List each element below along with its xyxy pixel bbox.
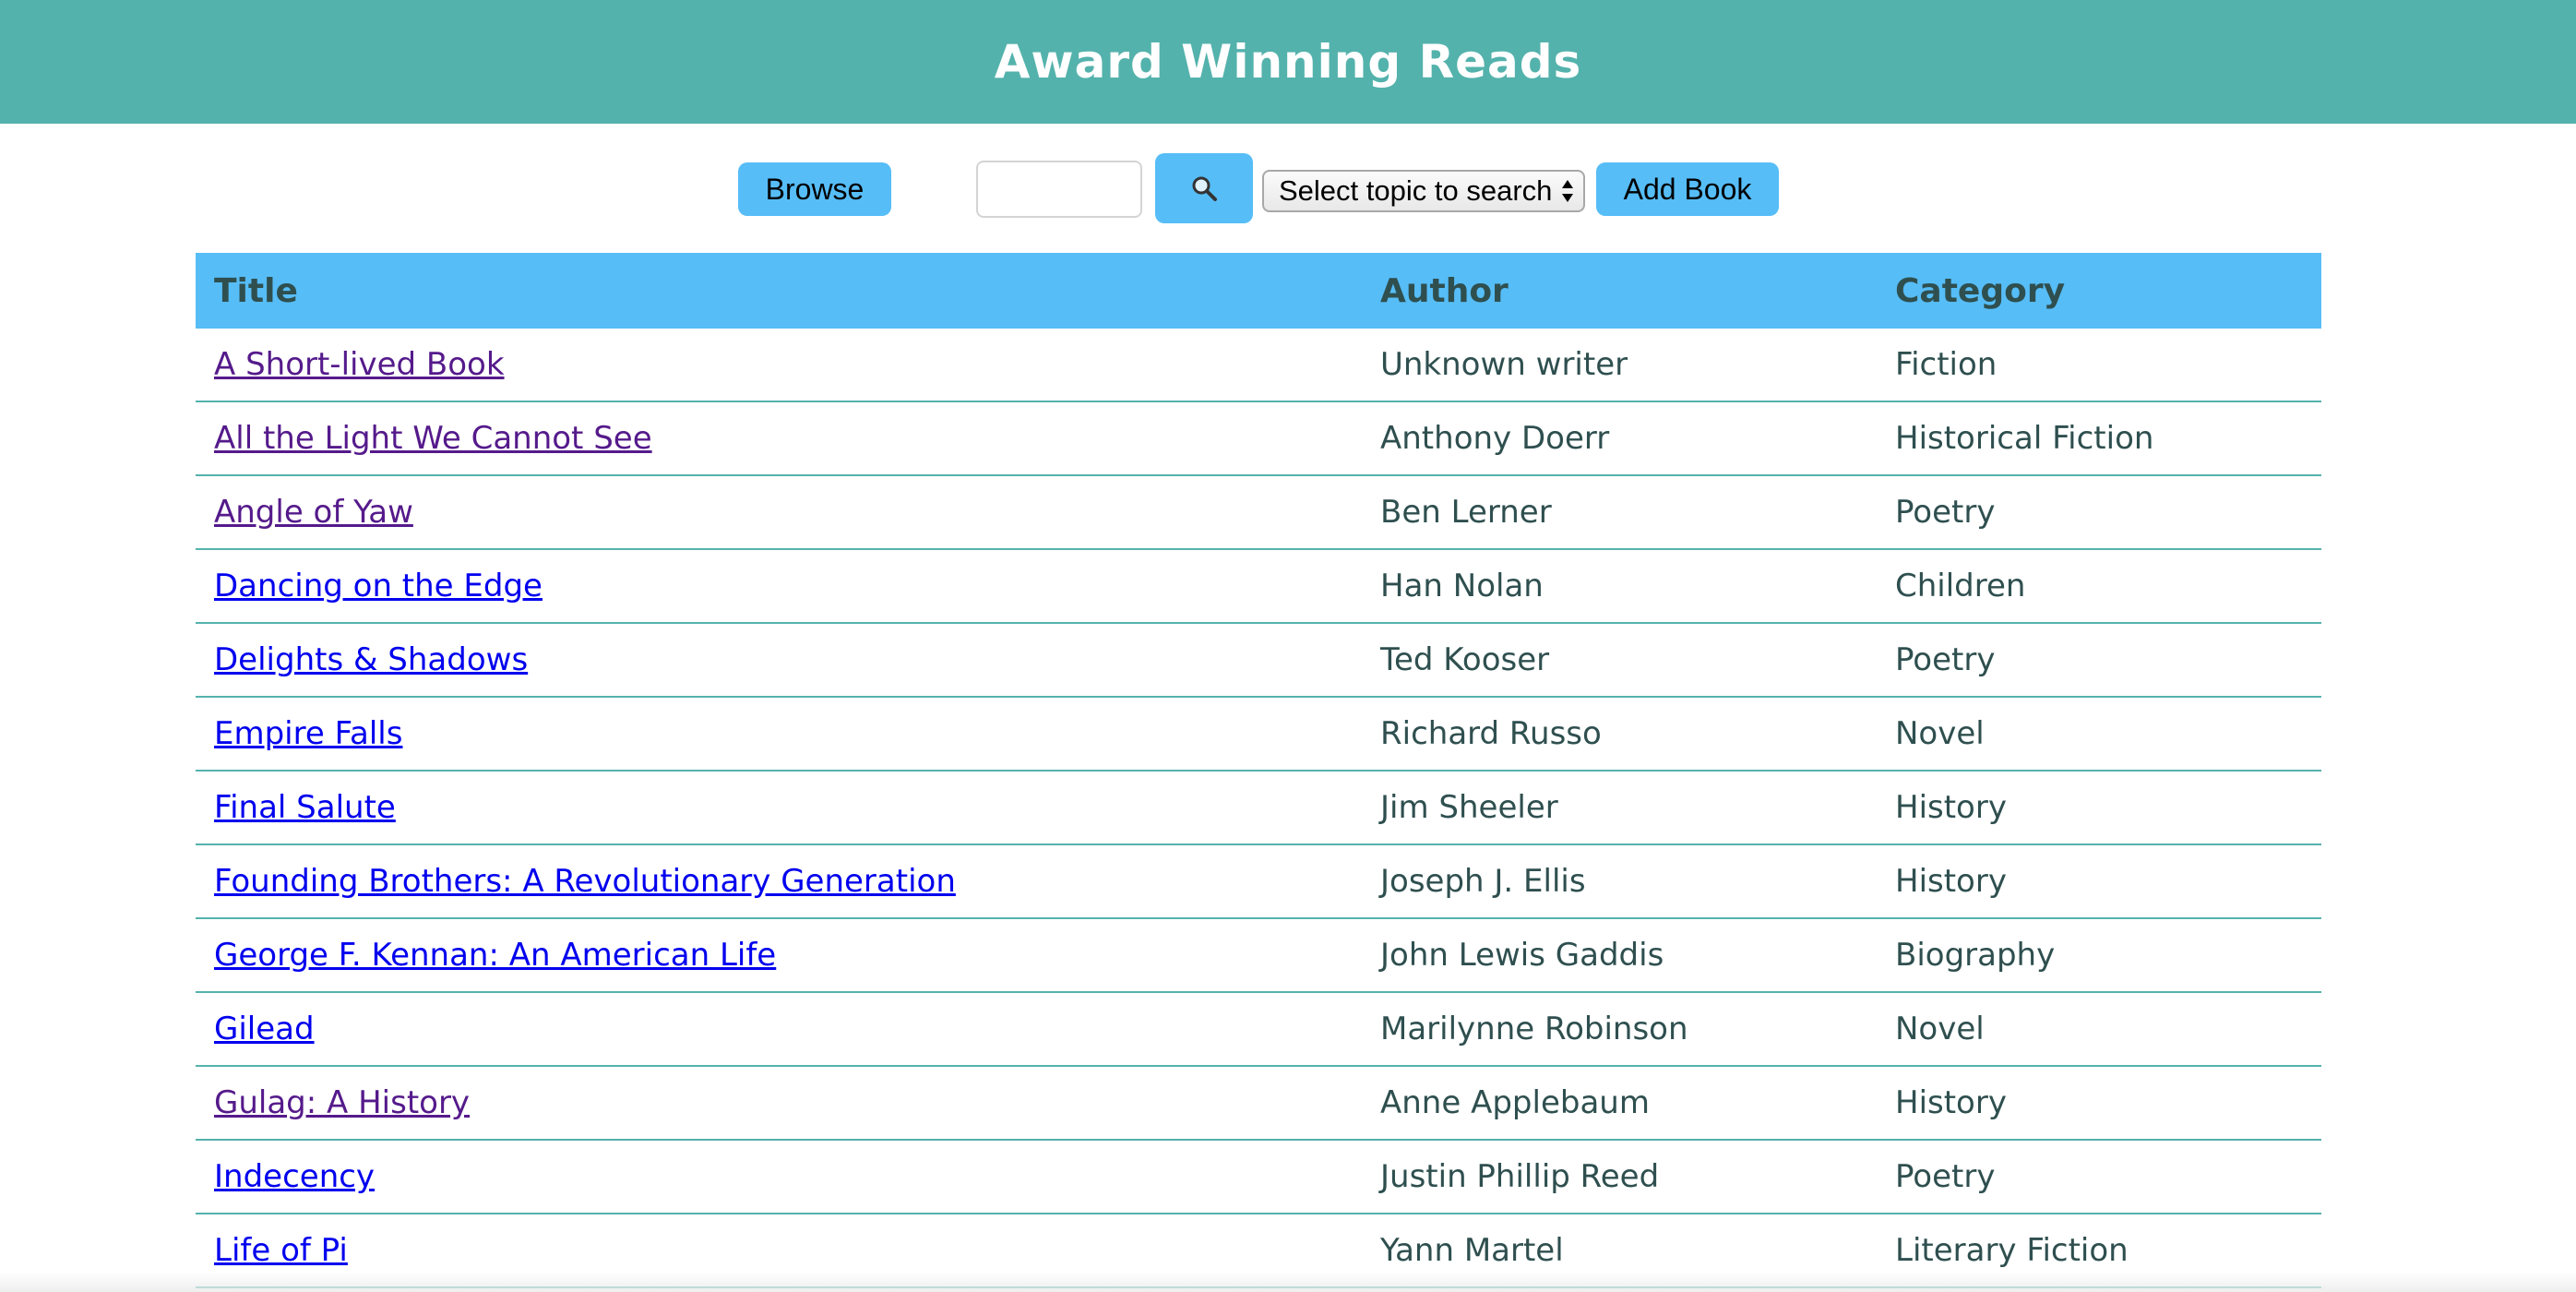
cell-category: Biography (1877, 918, 2321, 993)
table-row: George F. Kennan: An American Life John L… (196, 918, 2321, 993)
table-header-row: Title Author Category (196, 253, 2321, 329)
cell-author: Richard Russo (1362, 697, 1877, 772)
topic-select-value: Select topic to search (1279, 174, 1553, 207)
toolbar: Browse Select topic to search Add Book (0, 124, 2576, 253)
table-row: A Short-lived Book Unknown writer Fiction (196, 329, 2321, 402)
cell-author: Han Nolan (1362, 549, 1877, 624)
book-title-link[interactable]: A Short-lived Book (214, 346, 505, 383)
cell-author: Anthony Doerr (1362, 401, 1877, 476)
cell-category: Poetry (1877, 1140, 2321, 1214)
book-title-link[interactable]: Angle of Yaw (214, 494, 413, 531)
cell-category: Fiction (1877, 329, 2321, 402)
cell-author: Joseph J. Ellis (1362, 844, 1877, 919)
book-title-link[interactable]: Life of Pi (214, 1232, 348, 1269)
table-row: Angle of Yaw Ben Lerner Poetry (196, 475, 2321, 550)
book-title-link[interactable]: All the Light We Cannot See (214, 420, 652, 457)
cell-author: Justin Phillip Reed (1362, 1140, 1877, 1214)
select-arrows-icon (1561, 176, 1574, 206)
cell-category: Poetry (1877, 475, 2321, 550)
book-title-link[interactable]: Dancing on the Edge (214, 568, 543, 604)
search-button[interactable] (1155, 153, 1253, 223)
page-header: Award Winning Reads (0, 0, 2576, 124)
table-body: A Short-lived Book Unknown writer Fiction A… (196, 329, 2321, 1288)
cell-title: Dancing on the Edge (196, 549, 1362, 624)
cell-category: Literary Fiction (1877, 1214, 2321, 1288)
book-title-link[interactable]: Founding Brothers: A Revolutionary Gener… (214, 863, 956, 900)
cell-category: Children (1877, 549, 2321, 624)
column-header-title[interactable]: Title (196, 253, 1362, 329)
cell-author: Anne Applebaum (1362, 1066, 1877, 1141)
table-row: Empire Falls Richard Russo Novel (196, 697, 2321, 772)
add-book-button[interactable]: Add Book (1596, 162, 1779, 216)
table-row: Indecency Justin Phillip Reed Poetry (196, 1140, 2321, 1214)
table-row: Final Salute Jim Sheeler History (196, 771, 2321, 845)
cell-category: History (1877, 844, 2321, 919)
book-title-link[interactable]: Gulag: A History (214, 1084, 470, 1121)
magnifying-glass-icon (1190, 174, 1218, 202)
book-title-link[interactable]: Final Salute (214, 789, 396, 826)
table-row: Gilead Marilynne Robinson Novel (196, 992, 2321, 1067)
search-input[interactable] (976, 161, 1142, 218)
page-title: Award Winning Reads (994, 35, 1582, 89)
cell-category: Poetry (1877, 623, 2321, 698)
browse-button[interactable]: Browse (738, 162, 891, 216)
cell-author: Ben Lerner (1362, 475, 1877, 550)
cell-author: Yann Martel (1362, 1214, 1877, 1288)
cell-title: Life of Pi (196, 1214, 1362, 1288)
column-header-category[interactable]: Category (1877, 253, 2321, 329)
book-title-link[interactable]: Delights & Shadows (214, 641, 528, 678)
book-title-link[interactable]: Indecency (214, 1158, 375, 1195)
cell-category: History (1877, 1066, 2321, 1141)
book-title-link[interactable]: Empire Falls (214, 715, 402, 752)
table-row: Gulag: A History Anne Applebaum History (196, 1066, 2321, 1141)
table-row: Dancing on the Edge Han Nolan Children (196, 549, 2321, 624)
cell-title: Delights & Shadows (196, 623, 1362, 698)
cell-title: Founding Brothers: A Revolutionary Gener… (196, 844, 1362, 919)
books-table: Title Author Category A Short-lived Book… (196, 253, 2321, 1288)
cell-title: Empire Falls (196, 697, 1362, 772)
cell-author: Jim Sheeler (1362, 771, 1877, 845)
cell-title: Angle of Yaw (196, 475, 1362, 550)
cell-category: History (1877, 771, 2321, 845)
table-row: Delights & Shadows Ted Kooser Poetry (196, 623, 2321, 698)
topic-select[interactable]: Select topic to search (1262, 170, 1585, 212)
cell-author: Marilynne Robinson (1362, 992, 1877, 1067)
cell-title: A Short-lived Book (196, 329, 1362, 402)
book-title-link[interactable]: George F. Kennan: An American Life (214, 937, 776, 974)
cell-author: John Lewis Gaddis (1362, 918, 1877, 993)
table-row: Founding Brothers: A Revolutionary Gener… (196, 844, 2321, 919)
cell-author: Ted Kooser (1362, 623, 1877, 698)
book-title-link[interactable]: Gilead (214, 1011, 315, 1047)
cell-title: George F. Kennan: An American Life (196, 918, 1362, 993)
cell-category: Novel (1877, 697, 2321, 772)
cell-category: Historical Fiction (1877, 401, 2321, 476)
table-row: Life of Pi Yann Martel Literary Fiction (196, 1214, 2321, 1288)
cell-title: Gilead (196, 992, 1362, 1067)
cell-title: Indecency (196, 1140, 1362, 1214)
cell-category: Novel (1877, 992, 2321, 1067)
cell-author: Unknown writer (1362, 329, 1877, 402)
column-header-author[interactable]: Author (1362, 253, 1877, 329)
cell-title: Gulag: A History (196, 1066, 1362, 1141)
cell-title: All the Light We Cannot See (196, 401, 1362, 476)
cell-title: Final Salute (196, 771, 1362, 845)
table-row: All the Light We Cannot See Anthony Doerr… (196, 401, 2321, 476)
